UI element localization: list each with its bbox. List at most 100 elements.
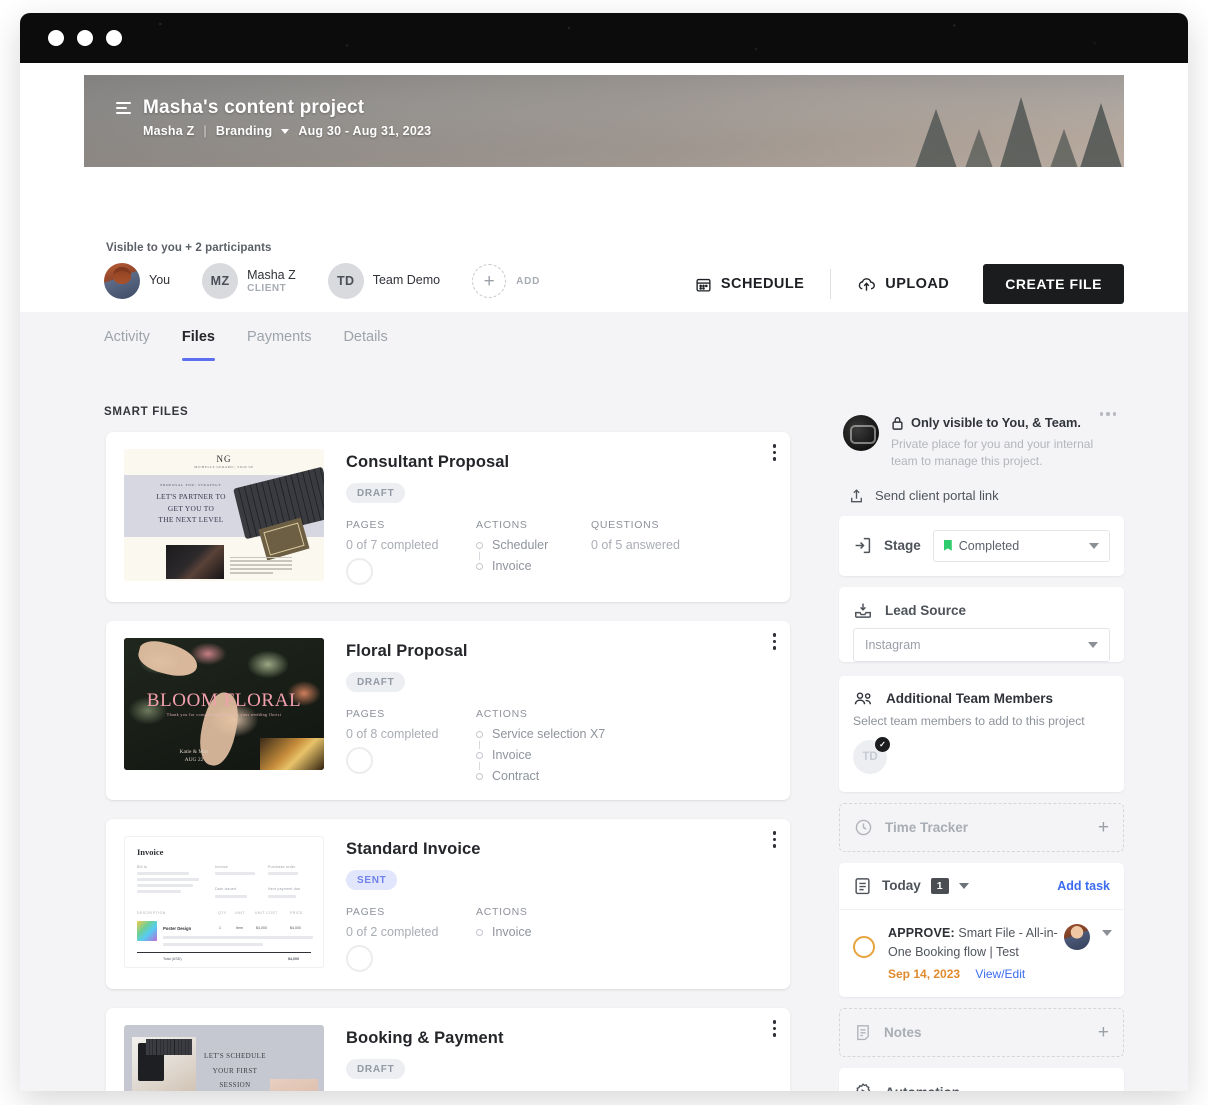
action-item[interactable]: Invoice: [476, 552, 591, 573]
smart-files-list: NG MICHELLE GERARD | SIGN UP PROPOSAL FO…: [106, 432, 790, 1091]
add-participant-label: ADD: [516, 275, 541, 287]
file-card-body: Floral Proposal DRAFT PAGES 0 of 8 compl…: [324, 638, 772, 783]
project-category[interactable]: Branding: [216, 124, 272, 138]
participant-you[interactable]: You: [104, 263, 170, 299]
header-actions: SCHEDULE UPLOAD CREATE FILE: [677, 264, 1124, 304]
file-card-floral-proposal[interactable]: BLOOM FLORAL Thank you for considering B…: [106, 621, 790, 800]
today-tasks-card: Today 1 Add task APPROVE: Smart File - A…: [839, 862, 1124, 998]
action-item[interactable]: Service selection X7: [476, 727, 676, 741]
portal-link-label: Send client portal link: [875, 488, 999, 504]
send-client-portal-link[interactable]: Send client portal link: [843, 488, 1120, 504]
schedule-button[interactable]: SCHEDULE: [677, 276, 822, 293]
action-item[interactable]: Invoice: [476, 925, 591, 939]
lead-source-select[interactable]: Instagram: [853, 627, 1110, 662]
action-item[interactable]: Contract: [476, 762, 676, 783]
people-icon: [854, 692, 872, 705]
project-title: Masha's content project: [143, 97, 365, 118]
actions-header: ACTIONS: [476, 519, 528, 531]
pages-value: 0 of 7 completed: [346, 538, 439, 552]
file-menu-icon[interactable]: [769, 1016, 781, 1041]
file-menu-icon[interactable]: [769, 440, 781, 465]
action-connector: [479, 552, 480, 560]
task-assignee-avatar[interactable]: [1064, 923, 1090, 950]
upload-button[interactable]: UPLOAD: [839, 276, 967, 293]
team-member-avatar[interactable]: TD ✓: [853, 736, 890, 774]
participant-name: Masha Z: [247, 267, 296, 282]
file-menu-icon[interactable]: [769, 629, 781, 654]
participant-team-demo[interactable]: TD Team Demo: [327, 263, 440, 299]
task-complete-toggle[interactable]: [853, 935, 875, 958]
pages-header: PAGES: [346, 906, 385, 918]
actions-header: ACTIONS: [476, 906, 528, 918]
file-card-booking-payment[interactable]: LET'S SCHEDULE YOUR FIRST SESSION Bookin…: [106, 1008, 790, 1091]
thumb-photo-art: [132, 1037, 196, 1091]
add-task-button[interactable]: Add task: [1057, 879, 1110, 893]
file-thumbnail: Invoice Bill to Invoice Date issued Purc…: [124, 836, 324, 968]
thumb-item-image: [137, 921, 157, 941]
inbox-download-icon: [855, 603, 871, 618]
action-bullet-icon: [476, 541, 483, 549]
file-card-body: Standard Invoice SENT PAGES 0 of 2 compl…: [324, 836, 772, 972]
project-dates: Aug 30 - Aug 31, 2023: [298, 124, 432, 138]
stage-value: Completed: [958, 538, 1020, 553]
team-members-header: Additional Team Members: [839, 676, 1124, 714]
add-note-button[interactable]: +: [1098, 1023, 1109, 1042]
file-card-consultant-proposal[interactable]: NG MICHELLE GERARD | SIGN UP PROPOSAL FO…: [106, 432, 790, 602]
progress-ring: [346, 747, 373, 774]
create-file-button[interactable]: CREATE FILE: [983, 264, 1124, 304]
actions-column: ACTIONS Invoice: [476, 906, 591, 972]
tab-details[interactable]: Details: [343, 329, 387, 361]
file-menu-icon[interactable]: [769, 827, 781, 852]
task-view-edit-link[interactable]: View/Edit: [975, 967, 1025, 981]
automation-gear-icon: [856, 1083, 871, 1091]
chevron-down-icon[interactable]: [958, 882, 969, 889]
tab-files[interactable]: Files: [181, 329, 216, 361]
privacy-menu-icon[interactable]: [1099, 412, 1116, 416]
automation-card[interactable]: Automation: [839, 1068, 1124, 1091]
thumb-photo-art: [270, 1079, 318, 1091]
participant-name: You: [149, 273, 171, 288]
thumb-title: Invoice: [137, 847, 164, 857]
browser-window: Masha's content project Masha Z | Brandi…: [20, 13, 1188, 1091]
file-title: Consultant Proposal: [346, 453, 510, 471]
schedule-label: SCHEDULE: [720, 276, 805, 292]
time-tracker-label: Time Tracker: [885, 819, 969, 835]
action-item[interactable]: Scheduler: [476, 538, 591, 552]
team-members-description: Select team members to add to this proje…: [853, 713, 1085, 728]
participant-role: CLIENT: [247, 283, 287, 295]
chevron-down-icon[interactable]: [281, 128, 290, 134]
tab-payments[interactable]: Payments: [247, 329, 311, 361]
status-badge: SENT: [346, 870, 398, 890]
actions-column: ACTIONS Scheduler Invoice: [476, 519, 591, 585]
file-stats: PAGES 0 of 2 completed ACTIONS Invoice: [346, 906, 772, 972]
tab-activity[interactable]: Activity: [104, 329, 150, 361]
upload-label: UPLOAD: [885, 276, 950, 292]
file-card-body: Consultant Proposal DRAFT PAGES 0 of 7 c…: [324, 449, 772, 585]
notes-card[interactable]: Notes +: [839, 1008, 1124, 1058]
thumb-subtitle: Thank you for considering Bloom as your …: [166, 712, 282, 717]
file-title: Floral Proposal: [346, 642, 468, 660]
notes-icon: [857, 1025, 869, 1041]
window-close-dot[interactable]: [48, 30, 64, 46]
status-badge: DRAFT: [346, 483, 406, 503]
hamburger-menu-icon[interactable]: [116, 102, 131, 114]
add-time-entry-button[interactable]: +: [1098, 818, 1109, 837]
window-minimize-dot[interactable]: [77, 30, 93, 46]
stage-enter-icon: [855, 538, 871, 554]
time-tracker-card[interactable]: Time Tracker +: [839, 802, 1124, 852]
automation-row: Automation: [839, 1068, 1124, 1091]
stage-select[interactable]: Completed: [932, 529, 1110, 562]
file-title: Standard Invoice: [346, 840, 481, 858]
project-hero-banner: Masha's content project Masha Z | Brandi…: [84, 75, 1124, 167]
task-item[interactable]: APPROVE: Smart File - All-in-One Booking…: [839, 910, 1124, 998]
notes-label: Notes: [884, 1025, 922, 1041]
chevron-down-icon[interactable]: [1102, 929, 1112, 936]
questions-value: 0 of 5 answered: [591, 538, 680, 552]
action-bullet-icon: [476, 928, 483, 936]
file-card-standard-invoice[interactable]: Invoice Bill to Invoice Date issued Purc…: [106, 819, 790, 989]
privacy-title: Only visible to You, & Team.: [911, 415, 1081, 430]
participant-masha-z[interactable]: MZ Masha Z CLIENT: [202, 263, 296, 299]
add-participant-button[interactable]: + ADD: [472, 264, 540, 298]
window-maximize-dot[interactable]: [106, 30, 122, 46]
action-item[interactable]: Invoice: [476, 741, 676, 762]
